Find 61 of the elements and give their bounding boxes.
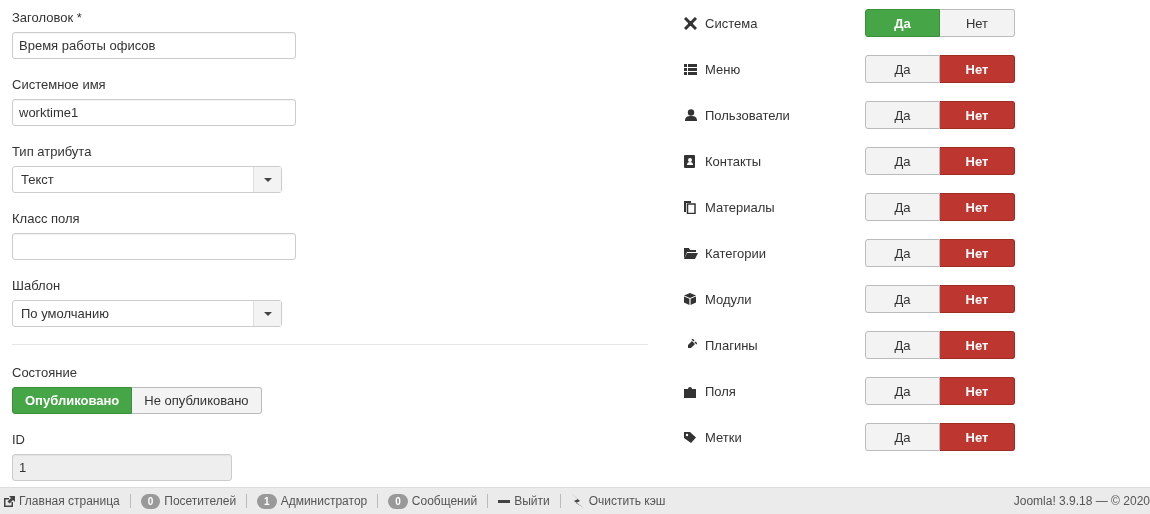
select-field[interactable]: Текст [12,166,282,193]
toggle-button[interactable]: Да [865,55,940,83]
toggle-button[interactable]: Да [865,193,940,221]
section-label: Поля [705,383,737,399]
section-label: Метки [705,429,743,445]
toggle-button[interactable]: Нет [940,55,1015,83]
toggle-button[interactable]: Да [865,239,940,267]
section-label: Меню [705,61,742,77]
status-link[interactable]: 0 Посетителей [140,493,237,509]
section-label: Модули [705,291,753,307]
status-toggle-button[interactable]: Не опубликовано [132,387,262,414]
caret-icon [263,311,272,316]
toggle-button[interactable]: Нет [940,101,1015,129]
toggle-button[interactable]: Нет [940,285,1015,313]
field-label: Состояние [12,364,78,382]
field-label: Системное имя [12,76,107,94]
version-text: Joomla! 3.9.18 — © 2020 [1013,494,1150,508]
input-field[interactable] [12,233,296,260]
toggle-button[interactable]: Да [865,377,940,405]
toggle-button[interactable]: Нет [940,193,1015,221]
folder-icon [684,247,698,259]
field-label: Заголовок * [12,9,83,27]
toggle-button[interactable]: Да [865,147,940,175]
field-label: Тип атрибута [12,143,93,161]
users-icon [684,109,697,121]
status-link[interactable]: Главная страница [4,494,120,508]
section-label: Контакты [705,153,763,169]
input-field[interactable]: Время работы офисов [12,32,296,59]
status-link[interactable]: 1 Администратор [257,493,368,509]
input-field[interactable]: worktime1 [12,99,296,126]
toggle-button[interactable]: Нет [940,239,1015,267]
contact-card-icon [684,154,695,168]
status-link[interactable]: Очистить кэш [570,494,666,508]
section-label: Материалы [705,199,776,215]
status-link[interactable]: 0 Сообщений [388,493,478,509]
toggle-button[interactable]: Нет [940,377,1015,405]
minus-icon [498,499,511,503]
tag-icon [684,431,698,443]
caret-icon [263,177,272,182]
section-label: Плагины [705,337,759,353]
toggle-button[interactable]: Нет [940,331,1015,359]
cube-icon [684,293,696,305]
section-label: Категории [705,245,767,261]
toggle-button[interactable]: Да [865,331,940,359]
list-icon [684,63,697,75]
field-label: Класс поля [12,210,81,228]
select-field[interactable]: По умолчанию [12,300,282,327]
toggle-button[interactable]: Да [865,285,940,313]
toggle-button[interactable]: Нет [940,423,1015,451]
field-label: Шаблон [12,277,62,295]
copy-icon [684,200,696,214]
field-label: ID [12,431,26,449]
toggle-button[interactable]: Нет [940,147,1015,175]
section-label: Пользователи [705,107,791,123]
status-link[interactable]: Выйти [498,494,550,508]
toggle-button[interactable]: Нет [940,9,1015,37]
section-label: Система [705,15,759,31]
toggle-button[interactable]: Да [865,101,940,129]
toggle-button[interactable]: Да [865,423,940,451]
cross-icon [684,16,697,30]
external-link-icon [4,495,15,507]
